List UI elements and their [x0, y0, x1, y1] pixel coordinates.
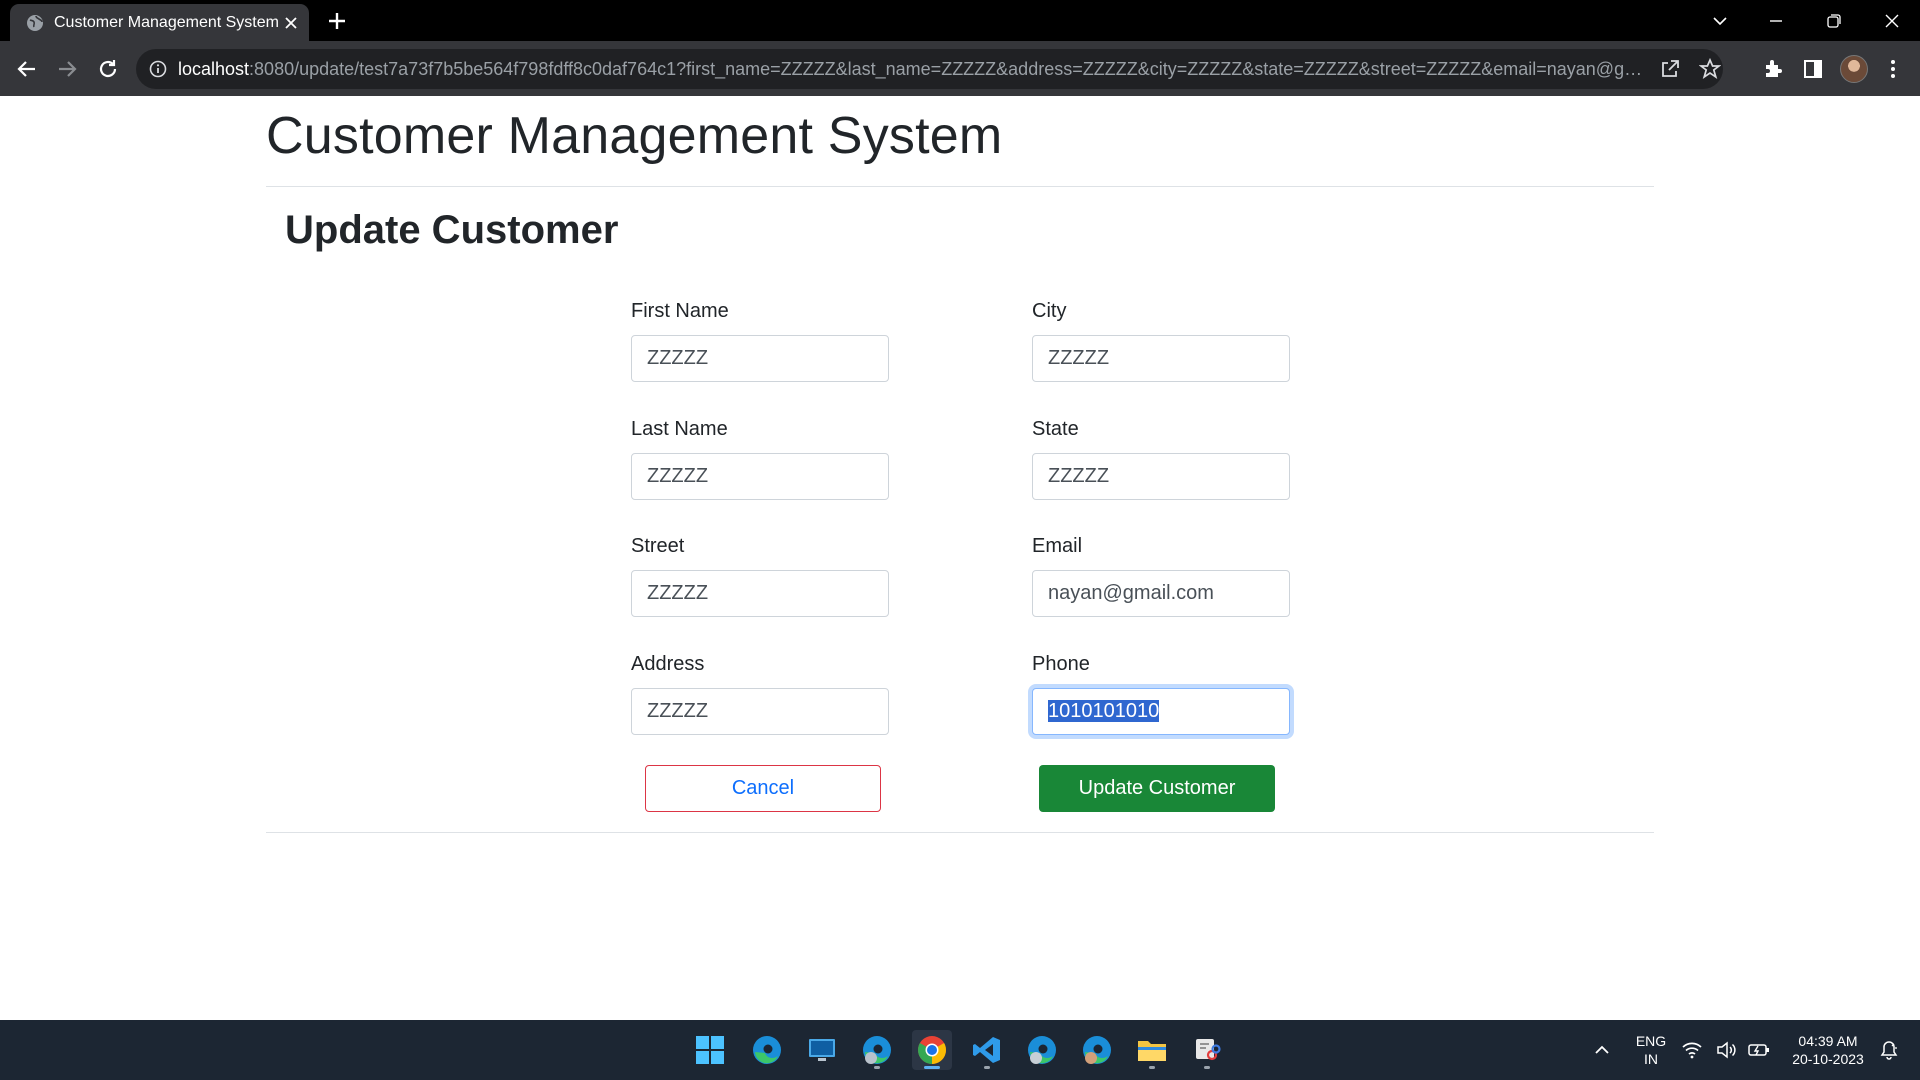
- minimize-icon[interactable]: [1748, 0, 1804, 41]
- new-tab-icon[interactable]: [324, 8, 350, 34]
- forward-icon[interactable]: [52, 54, 82, 84]
- browser-tab-bar: Customer Management System: [0, 0, 1920, 41]
- clock-time: 04:39 AM: [1798, 1033, 1858, 1049]
- site-info-icon[interactable]: [148, 59, 168, 79]
- edge-profile-2-icon[interactable]: [1022, 1030, 1062, 1070]
- first-name-input[interactable]: ZZZZZ: [631, 335, 889, 382]
- close-window-icon[interactable]: [1864, 0, 1920, 41]
- desktop-icon[interactable]: [802, 1030, 842, 1070]
- running-indicator: [1204, 1066, 1210, 1069]
- edge-icon[interactable]: [747, 1030, 787, 1070]
- start-icon[interactable]: [690, 1030, 730, 1070]
- language-indicator[interactable]: ENG IN: [1631, 1032, 1671, 1068]
- street-input[interactable]: ZZZZZ: [631, 570, 889, 617]
- browser-toolbar: localhost:8080/update/test7a73f7b5be564f…: [0, 41, 1920, 96]
- globe-icon: [27, 15, 43, 31]
- first-name-label: First Name: [631, 300, 729, 322]
- update-customer-button[interactable]: Update Customer: [1039, 765, 1275, 812]
- restore-icon[interactable]: [1806, 0, 1862, 41]
- chevron-up-icon[interactable]: [1582, 1030, 1622, 1070]
- street-label: Street: [631, 535, 685, 557]
- clock-date: 20-10-2023: [1792, 1051, 1864, 1067]
- notification-icon[interactable]: [1874, 1030, 1904, 1070]
- state-label: State: [1032, 418, 1079, 440]
- email-input[interactable]: nayan@gmail.com: [1032, 570, 1290, 617]
- address-bar[interactable]: localhost:8080/update/test7a73f7b5be564f…: [136, 49, 1723, 89]
- address-input[interactable]: ZZZZZ: [631, 688, 889, 735]
- phone-selected-text: 1010101010: [1048, 700, 1160, 722]
- phone-input[interactable]: 1010101010: [1032, 688, 1290, 735]
- battery-icon[interactable]: [1744, 1030, 1774, 1070]
- section-title: Update Customer: [285, 208, 619, 252]
- page-title: Customer Management System: [266, 107, 1003, 165]
- close-tab-icon[interactable]: [281, 13, 301, 33]
- cancel-button[interactable]: Cancel: [645, 765, 881, 812]
- chrome-icon[interactable]: [912, 1030, 952, 1070]
- city-label: City: [1032, 300, 1067, 322]
- vscode-icon[interactable]: [967, 1030, 1007, 1070]
- back-icon[interactable]: [12, 54, 42, 84]
- wifi-icon[interactable]: [1677, 1030, 1707, 1070]
- running-indicator: [874, 1066, 880, 1069]
- page-content: Customer Management System Update Custom…: [0, 96, 1920, 1020]
- running-indicator: [1149, 1066, 1155, 1069]
- footer-divider: [266, 832, 1654, 833]
- menu-kebab-icon[interactable]: [1880, 56, 1906, 82]
- extensions-icon[interactable]: [1760, 56, 1786, 82]
- bookmark-star-icon[interactable]: [1699, 58, 1721, 80]
- state-input[interactable]: ZZZZZ: [1032, 453, 1290, 500]
- city-input[interactable]: ZZZZZ: [1032, 335, 1290, 382]
- file-explorer-icon[interactable]: [1132, 1030, 1172, 1070]
- reload-icon[interactable]: [93, 54, 123, 84]
- browser-tab[interactable]: Customer Management System: [10, 4, 309, 41]
- snipping-tool-icon[interactable]: [1187, 1030, 1227, 1070]
- clock[interactable]: 04:39 AM 20-10-2023: [1782, 1032, 1874, 1068]
- email-label: Email: [1032, 535, 1083, 557]
- phone-label: Phone: [1032, 653, 1090, 675]
- address-label: Address: [631, 653, 705, 675]
- url-text[interactable]: localhost:8080/update/test7a73f7b5be564f…: [178, 59, 1650, 80]
- header-divider: [266, 186, 1654, 187]
- volume-icon[interactable]: [1711, 1030, 1741, 1070]
- tab-search-icon[interactable]: [1692, 0, 1748, 41]
- active-indicator: [924, 1066, 940, 1069]
- profile-avatar[interactable]: [1840, 55, 1868, 83]
- share-icon[interactable]: [1659, 58, 1681, 80]
- edge-profile-icon[interactable]: [857, 1030, 897, 1070]
- edge-profile-3-icon[interactable]: [1077, 1030, 1117, 1070]
- taskbar: ENG IN 04:39 AM 20-10-2023: [0, 1020, 1920, 1080]
- side-panel-icon[interactable]: [1800, 56, 1826, 82]
- running-indicator: [984, 1066, 990, 1069]
- tab-title: Customer Management System: [54, 14, 279, 31]
- last-name-label: Last Name: [631, 418, 728, 440]
- last-name-input[interactable]: ZZZZZ: [631, 453, 889, 500]
